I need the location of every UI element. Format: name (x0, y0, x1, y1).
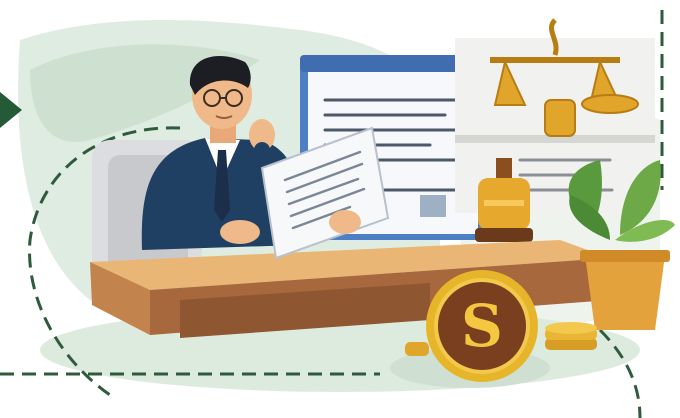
coin-symbol: S (461, 292, 503, 360)
illustration: S (0, 0, 680, 418)
coin-icon: S (426, 270, 538, 382)
illustration-canvas: S (0, 10, 675, 418)
